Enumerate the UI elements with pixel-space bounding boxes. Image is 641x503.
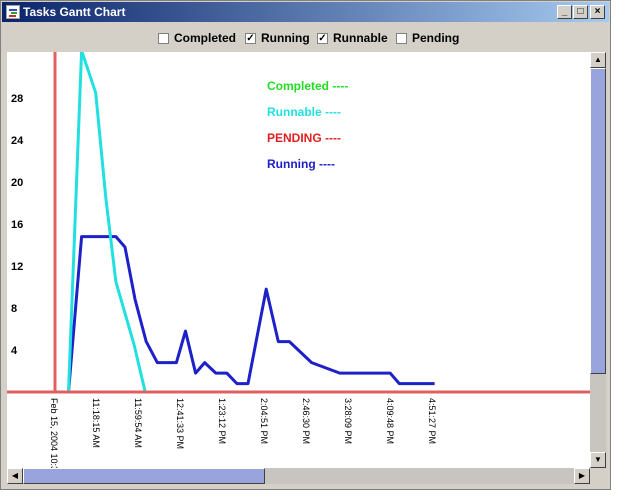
checkbox-completed-label: Completed (174, 31, 237, 45)
minimize-button[interactable]: _ (557, 5, 572, 19)
x-tick-label: 11:59:54 AM (133, 398, 143, 448)
checkbox-running-label: Running (261, 31, 310, 45)
y-tick-label: 8 (11, 303, 17, 315)
x-tick-label: 3:28:09 PM (343, 398, 353, 444)
y-tick-label: 4 (11, 345, 18, 357)
y-tick-label: 20 (11, 177, 23, 189)
legend-label: Runnable ---- (267, 105, 341, 119)
scrollbar-corner (590, 468, 606, 484)
x-tick-label: 12:41:33 PM (175, 398, 185, 449)
y-tick-label: 24 (11, 135, 24, 147)
series-filter-bar: Completed ✓ Running ✓ Runnable Pending (1, 23, 610, 51)
legend-label: Running ---- (267, 157, 335, 171)
series-line-running (67, 235, 435, 393)
checkbox-completed-box[interactable] (158, 32, 169, 44)
x-tick-label: 2:04:51 PM (259, 398, 269, 444)
y-tick-label: 28 (11, 93, 23, 105)
checkbox-runnable-box[interactable]: ✓ (317, 32, 328, 44)
checkbox-running-box[interactable]: ✓ (245, 32, 256, 44)
x-tick-label: 4:09:48 PM (385, 398, 395, 444)
vertical-scrollbar[interactable]: ▲ ▼ (590, 52, 606, 468)
checkbox-runnable-label: Runnable (333, 31, 388, 45)
checkbox-running[interactable]: ✓ Running (245, 31, 310, 45)
y-tick-label: 12 (11, 261, 23, 273)
checkbox-runnable[interactable]: ✓ Runnable (317, 31, 388, 45)
y-tick-label: 16 (11, 219, 23, 231)
checkbox-pending[interactable]: Pending (396, 31, 459, 45)
checkbox-pending-box[interactable] (396, 32, 407, 44)
x-tick-label: Feb 15, 2004 10:3 (49, 398, 59, 468)
x-tick-label: 11:18:15 AM (91, 398, 101, 448)
gantt-chart-window: Tasks Gantt Chart _ □ × Completed ✓ Runn… (0, 0, 611, 490)
close-button[interactable]: × (590, 5, 605, 19)
window-title: Tasks Gantt Chart (23, 5, 126, 19)
x-tick-label: 1:23:12 PM (217, 398, 227, 444)
series-line-runnable (67, 52, 435, 394)
x-tick-label: 2:46:30 PM (301, 398, 311, 444)
legend-label: Completed ---- (267, 79, 348, 93)
scroll-left-arrow[interactable]: ◀ (7, 468, 23, 484)
horizontal-scroll-thumb[interactable] (23, 468, 265, 484)
gantt-chart: 4 8 12 16 20 24 28 Feb 15, 2004 10:3 11:18:15 AM… (7, 52, 590, 468)
legend-label: PENDING ---- (267, 131, 341, 145)
checkbox-completed[interactable]: Completed (158, 31, 236, 45)
app-chart-icon (6, 5, 20, 19)
scroll-right-arrow[interactable]: ▶ (574, 468, 590, 484)
title-bar[interactable]: Tasks Gantt Chart _ □ × (2, 2, 609, 22)
x-tick-label: 4:51:27 PM (427, 398, 437, 444)
checkbox-pending-label: Pending (412, 31, 460, 45)
horizontal-scrollbar[interactable]: ◀ ▶ (7, 468, 590, 484)
vertical-scroll-thumb[interactable] (590, 68, 606, 374)
scroll-up-arrow[interactable]: ▲ (590, 52, 606, 68)
scroll-down-arrow[interactable]: ▼ (590, 452, 606, 468)
maximize-button[interactable]: □ (573, 5, 588, 19)
chart-plot-area: 4 8 12 16 20 24 28 Feb 15, 2004 10:3 11:18:15 AM… (7, 52, 590, 468)
